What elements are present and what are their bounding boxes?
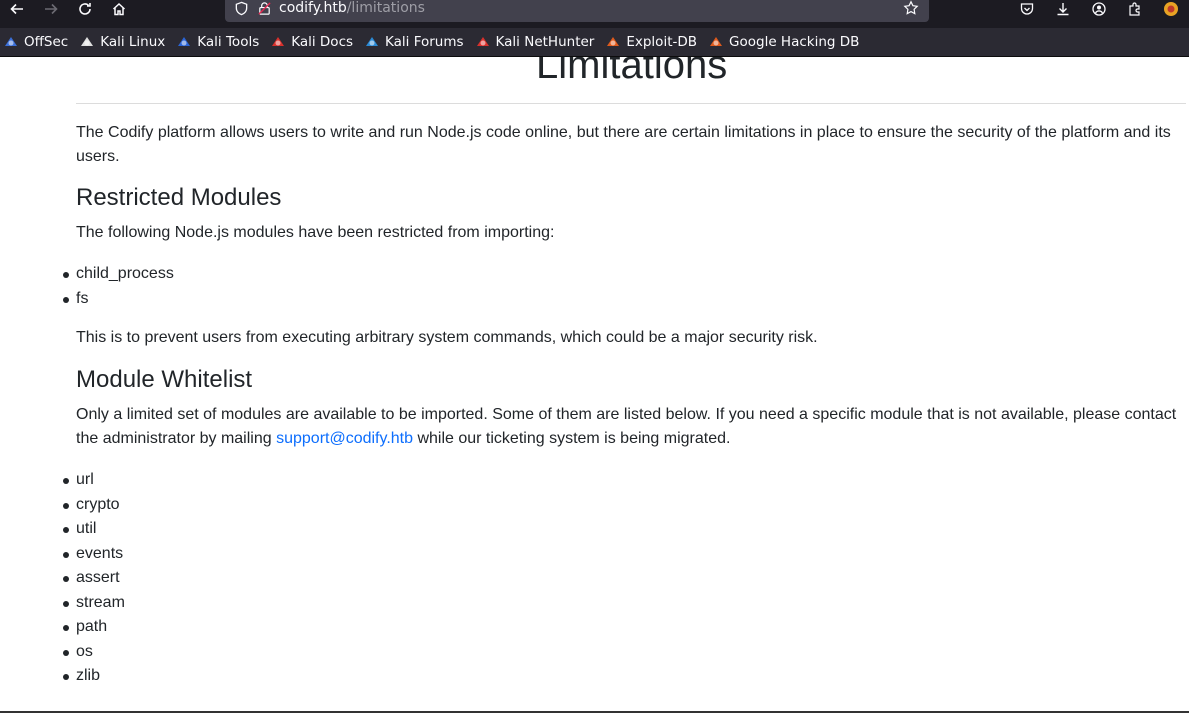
bookmark-label: Kali Forums — [385, 34, 464, 50]
bookmark-label: Kali Docs — [291, 34, 354, 50]
module-list-item: assert — [36, 566, 125, 591]
nethunter-icon — [475, 34, 491, 50]
bookmark-label: Google Hacking DB — [729, 34, 860, 50]
bookmark-star-icon[interactable] — [903, 0, 921, 18]
pocket-icon[interactable] — [1009, 0, 1045, 18]
tracking-shield-icon[interactable] — [232, 0, 250, 17]
bookmark-offsec[interactable]: OffSec — [3, 31, 68, 53]
restricted-text: The following Node.js modules have been … — [76, 224, 555, 241]
forward-button[interactable] — [34, 0, 68, 23]
extension-badge-icon[interactable] — [1153, 0, 1189, 18]
module-list-item: fs — [36, 287, 174, 312]
module-list-item: path — [36, 615, 125, 640]
module-list-item: crypto — [36, 493, 125, 518]
bookmarks-toolbar: OffSec Kali Linux Kali Tools Kali Docs Kali … — [0, 28, 1189, 57]
account-icon[interactable] — [1081, 0, 1117, 18]
module-list-item: child_process — [36, 262, 174, 287]
whitelist-modules-list: url crypto util events assert stream path os zli… — [36, 468, 125, 689]
bookmark-label: Kali Tools — [197, 34, 260, 50]
module-list-item: events — [36, 542, 125, 567]
extensions-icon[interactable] — [1117, 0, 1153, 18]
url-bar[interactable]: codify.htb/limitations — [225, 0, 929, 22]
home-button[interactable] — [102, 0, 136, 23]
bookmark-kali-linux[interactable]: Kali Linux — [79, 31, 165, 53]
downloads-icon[interactable] — [1045, 0, 1081, 18]
whitelist-text-after: while our ticketing system is being migr… — [413, 430, 731, 447]
kali-tools-icon — [176, 34, 192, 50]
support-email-link[interactable]: support@codify.htb — [276, 430, 413, 447]
bookmark-google-hacking-db[interactable]: Google Hacking DB — [708, 31, 859, 53]
module-list-item: stream — [36, 591, 125, 616]
module-list-item: zlib — [36, 664, 125, 689]
bookmark-label: Kali Linux — [100, 34, 166, 50]
kali-dragon-icon — [79, 34, 95, 50]
bookmark-exploit-db[interactable]: Exploit-DB — [605, 31, 697, 53]
home-icon — [112, 2, 126, 16]
bookmark-kali-nethunter[interactable]: Kali NetHunter — [475, 31, 595, 53]
title-divider — [76, 103, 1186, 104]
bookmark-label: OffSec — [24, 34, 69, 50]
url-host: codify.htb — [279, 0, 347, 16]
offsec-icon — [3, 34, 19, 50]
kali-forums-icon — [364, 34, 380, 50]
whitelist-text: Only a limited set of modules are availa… — [76, 403, 1186, 451]
back-button[interactable] — [0, 0, 34, 23]
whitelist-heading: Module Whitelist — [76, 366, 253, 393]
forward-arrow-icon — [45, 3, 58, 15]
bookmark-label: Kali NetHunter — [495, 34, 595, 50]
restricted-heading: Restricted Modules — [76, 184, 282, 211]
toolbar-right-icons — [1009, 0, 1189, 20]
restricted-note: This is to prevent users from executing … — [76, 329, 818, 346]
bookmark-kali-docs[interactable]: Kali Docs — [270, 31, 353, 53]
restricted-modules-list: child_process fs — [36, 262, 174, 311]
page-title: Limitations — [536, 57, 728, 87]
ghdb-icon — [708, 34, 724, 50]
kali-docs-icon — [270, 34, 286, 50]
reload-button[interactable] — [68, 0, 102, 23]
module-list-item: os — [36, 640, 125, 665]
bookmark-kali-tools[interactable]: Kali Tools — [176, 31, 259, 53]
intro-paragraph: The Codify platform allows users to writ… — [76, 124, 1171, 165]
bookmark-kali-forums[interactable]: Kali Forums — [364, 31, 464, 53]
back-arrow-icon — [10, 3, 23, 15]
insecure-lock-icon[interactable] — [255, 0, 273, 17]
url-text[interactable]: codify.htb/limitations — [279, 0, 425, 16]
browser-toolbar: codify.htb/limitations — [0, 0, 1189, 28]
url-path: /limitations — [346, 0, 425, 16]
module-list-item: util — [36, 517, 125, 542]
reload-icon — [79, 3, 91, 15]
module-list-item: url — [36, 468, 125, 493]
page-viewport: Limitations The Codify platform allows u… — [0, 57, 1189, 713]
bookmark-label: Exploit-DB — [626, 34, 698, 50]
exploitdb-icon — [605, 34, 621, 50]
